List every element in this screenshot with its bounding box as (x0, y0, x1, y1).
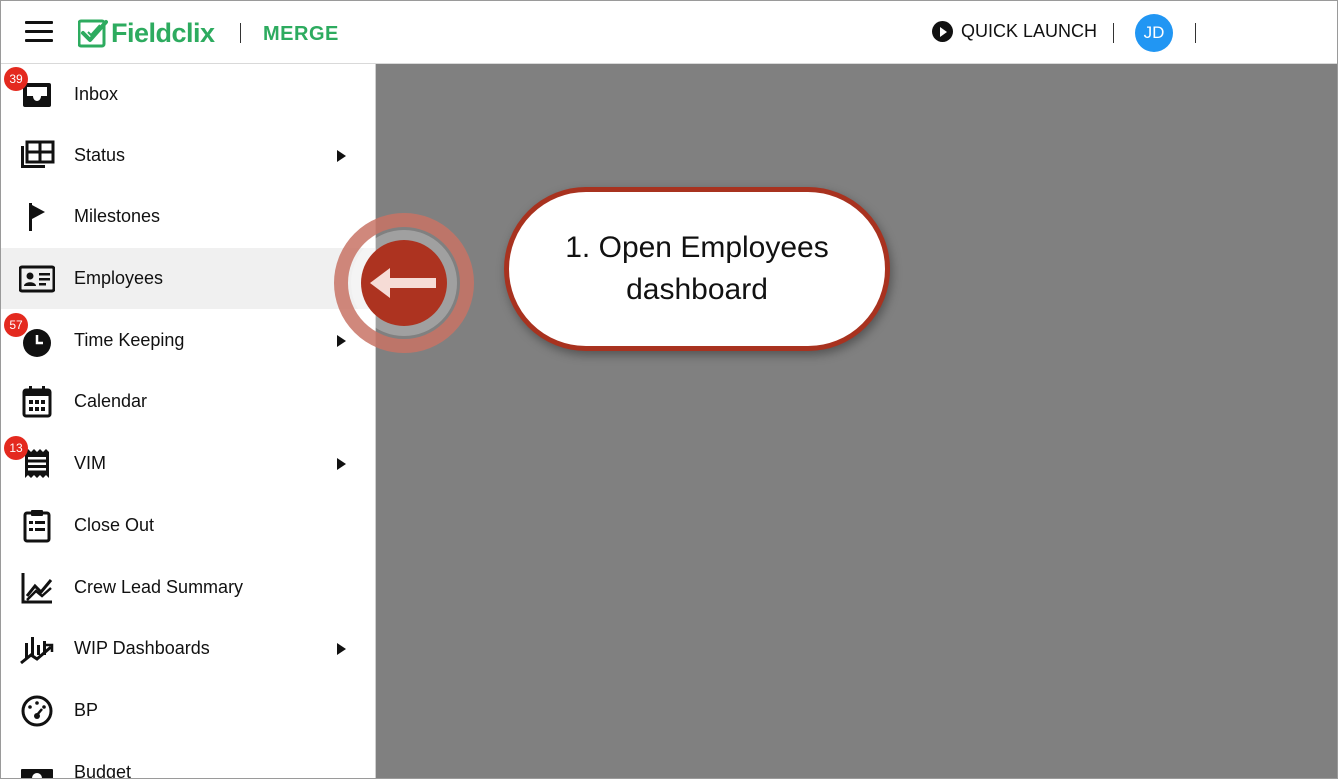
tutorial-pointer-arrow-icon[interactable] (334, 213, 474, 353)
calendar-icon (22, 386, 52, 418)
header-divider (240, 23, 241, 43)
quick-launch-button[interactable]: QUICK LAUNCH (932, 21, 1097, 42)
module-name[interactable]: MERGE (263, 23, 339, 46)
table-grid-icon (21, 140, 55, 168)
id-card-icon (19, 265, 55, 293)
sidebar-item-label: VIM (74, 453, 107, 473)
sidebar-item-time-keeping[interactable]: 57 Time Keeping (1, 310, 375, 371)
sidebar-item-label: Crew Lead Summary (74, 577, 244, 597)
fieldclix-logo[interactable]: Fieldclix (78, 17, 215, 49)
sidebar-item-close-out[interactable]: Close Out (1, 495, 375, 556)
clipboard-list-icon (23, 510, 51, 543)
play-circle-icon (932, 21, 953, 42)
chevron-right-icon[interactable] (337, 642, 346, 655)
notification-badge: 39 (4, 67, 28, 91)
sidebar-item-label: WIP Dashboards (74, 638, 210, 658)
logo-check-icon (78, 19, 108, 48)
sidebar-item-employees[interactable]: Employees (1, 248, 375, 309)
notification-badge: 57 (4, 313, 28, 337)
sidebar-item-label: Employees (74, 268, 164, 288)
menu-icon[interactable] (25, 21, 53, 43)
money-icon (21, 769, 53, 778)
app-window: Fieldclix MERGE QUICK LAUNCH JD 39 Inbox (0, 0, 1338, 779)
tutorial-callout: 1. Open Employees dashboard (504, 187, 890, 351)
sidebar-item-crew-lead-summary[interactable]: Crew Lead Summary (1, 557, 375, 618)
callout-text-line1: 1. Open Employees (565, 231, 829, 264)
header-divider (1195, 23, 1196, 43)
sidebar-item-label: Calendar (74, 391, 148, 411)
callout-text-line2: dashboard (626, 273, 768, 306)
quick-launch-label: QUICK LAUNCH (961, 21, 1098, 41)
sidebar-item-label: Inbox (74, 84, 119, 104)
top-bar: Fieldclix MERGE QUICK LAUNCH JD (1, 1, 1337, 64)
sidebar-item-vim[interactable]: 13 VIM (1, 433, 375, 494)
sidebar-item-budget[interactable]: Budget (1, 742, 375, 779)
gauge-icon (21, 695, 53, 727)
chevron-right-icon[interactable] (337, 149, 346, 162)
sidebar-item-inbox[interactable]: 39 Inbox (1, 64, 375, 125)
header-divider (1113, 23, 1114, 43)
sidebar-item-milestones[interactable]: Milestones (1, 186, 375, 247)
user-avatar[interactable]: JD (1135, 14, 1173, 52)
sidebar-item-status[interactable]: Status (1, 125, 375, 186)
sidebar-item-label: BP (74, 700, 99, 720)
chart-trend-icon (20, 637, 54, 665)
chevron-right-icon[interactable] (337, 457, 346, 470)
sidebar: 39 Inbox Status Milestones Employees 57 … (1, 64, 376, 779)
notification-badge: 13 (4, 436, 28, 460)
flag-icon (29, 203, 45, 231)
sidebar-item-wip-dashboards[interactable]: WIP Dashboards (1, 618, 375, 679)
logo-text: Fieldclix (111, 17, 215, 48)
sidebar-item-label: Budget (74, 762, 132, 779)
line-chart-icon (21, 573, 53, 604)
sidebar-item-label: Status (74, 145, 126, 165)
sidebar-item-label: Close Out (74, 515, 155, 535)
sidebar-item-label: Time Keeping (74, 330, 185, 350)
sidebar-item-label: Milestones (74, 206, 161, 226)
modal-overlay[interactable] (376, 64, 1337, 778)
sidebar-item-bp[interactable]: BP (1, 680, 375, 741)
sidebar-item-calendar[interactable]: Calendar (1, 371, 375, 432)
